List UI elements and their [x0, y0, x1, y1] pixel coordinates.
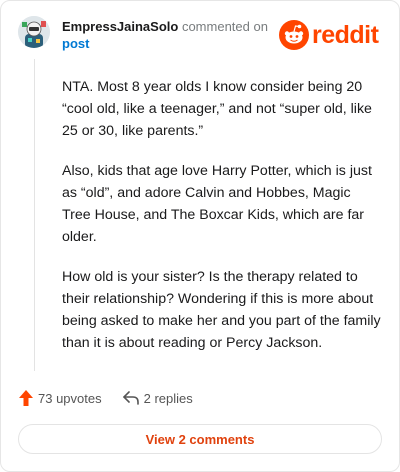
comment-paragraph: How old is your sister? Is the therapy r… — [62, 269, 381, 351]
comment-paragraph: NTA. Most 8 year olds I know consider be… — [62, 79, 372, 139]
reply-arrow-icon — [122, 391, 139, 405]
reddit-logo[interactable]: reddit — [279, 20, 379, 50]
comment-actions: 73 upvotes 2 replies — [18, 389, 193, 407]
comment-body: NTA. Most 8 year olds I know consider be… — [62, 76, 382, 372]
upvote-button[interactable]: 73 upvotes — [18, 389, 102, 407]
reddit-wordmark: reddit — [312, 21, 379, 49]
reply-button[interactable]: 2 replies — [122, 390, 193, 406]
user-avatar[interactable] — [18, 16, 50, 48]
view-comments-button[interactable]: View 2 comments — [18, 424, 382, 454]
comment-paragraph: Also, kids that age love Harry Potter, w… — [62, 163, 372, 245]
upvote-count: 73 upvotes — [38, 390, 102, 406]
comment-card: EmpressJainaSolo commented on post reddi… — [0, 0, 400, 472]
upvote-arrow-icon — [19, 390, 33, 406]
reddit-snoo-icon — [279, 20, 309, 50]
avatar-icon — [18, 16, 50, 48]
thread-line[interactable] — [34, 59, 35, 371]
username[interactable]: EmpressJainaSolo — [62, 19, 178, 34]
comment-action-text: commented on — [181, 19, 268, 34]
post-link[interactable]: post — [62, 36, 89, 52]
comment-header: EmpressJainaSolo commented on — [62, 19, 268, 35]
reply-count: 2 replies — [143, 390, 193, 406]
